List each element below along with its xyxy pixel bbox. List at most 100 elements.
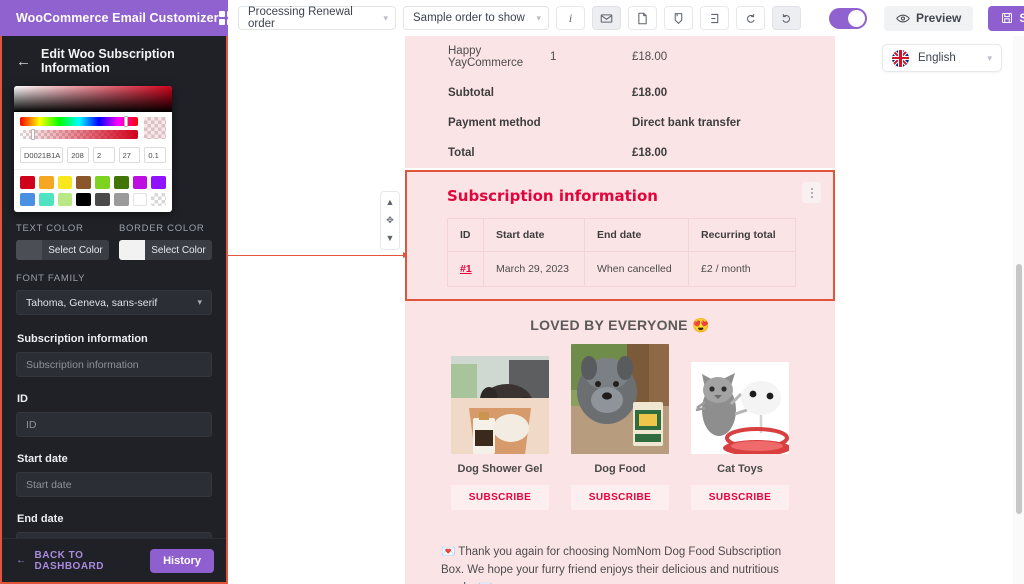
floppy-disk-icon: [1002, 13, 1013, 23]
header-id: ID: [447, 218, 484, 252]
sample-order-select[interactable]: Sample order to show ▾: [403, 6, 549, 30]
total-label: Total: [448, 147, 475, 159]
red-input[interactable]: 208: [67, 147, 89, 163]
undo-icon-button[interactable]: [736, 6, 765, 30]
preset-swatch[interactable]: [151, 176, 166, 189]
order-type-select[interactable]: Processing Renewal order ▾: [238, 6, 396, 30]
border-color-button[interactable]: Select Color: [119, 240, 212, 260]
id-label: ID: [17, 393, 28, 405]
preview-button[interactable]: Preview: [884, 5, 974, 31]
preset-swatch[interactable]: [38, 176, 54, 189]
header-recurring-total: Recurring total: [688, 218, 796, 252]
preset-swatch[interactable]: [76, 176, 91, 189]
preset-swatch[interactable]: [20, 176, 35, 189]
id-input[interactable]: ID: [16, 412, 212, 437]
redo-icon-button[interactable]: [772, 6, 801, 30]
cell-id: #1: [447, 251, 484, 287]
preset-swatch[interactable]: [113, 193, 129, 206]
info-icon-button[interactable]: i: [556, 6, 585, 30]
product-card[interactable]: Dog Food SUBSCRIBE: [571, 344, 669, 510]
live-edit-toggle[interactable]: [829, 7, 867, 29]
color-picker-popover[interactable]: D0021B1A 208 2 27 0.1: [14, 86, 172, 212]
alpha-input[interactable]: 0.1: [144, 147, 167, 163]
hex-input[interactable]: D0021B1A: [20, 147, 64, 163]
subscribe-button[interactable]: SUBSCRIBE: [691, 485, 789, 510]
arrow-up-icon[interactable]: ▲: [386, 198, 395, 207]
loved-heading: LOVED BY EVERYONE 😍: [530, 317, 710, 333]
subscription-information-block[interactable]: Subscription information ID Start date E…: [405, 170, 835, 301]
table-header-row: ID Start date End date Recurring total: [447, 218, 796, 252]
alpha-slider[interactable]: [20, 129, 138, 140]
saturation-area[interactable]: [14, 86, 172, 112]
preset-swatch[interactable]: [57, 176, 73, 189]
hue-thumb[interactable]: [123, 116, 128, 127]
chevron-down-icon: ▾: [987, 52, 992, 63]
product-card[interactable]: Cat Toys SUBSCRIBE: [691, 356, 789, 510]
hue-slider[interactable]: [20, 116, 138, 127]
color-presets: [14, 170, 172, 212]
border-color-control: BORDER COLOR Select Color: [119, 223, 212, 260]
block-mover-toolbar: ▲ ✥ ▼: [380, 191, 400, 250]
green-input[interactable]: 2: [92, 147, 115, 163]
shield-icon-button[interactable]: [664, 6, 693, 30]
color-controls-row: TEXT COLOR Select Color BORDER COLOR Sel…: [16, 223, 212, 260]
order-summary-block[interactable]: Happy YayCommerce 1 £18.00 Subtotal £18.…: [405, 36, 835, 168]
subscribe-button[interactable]: SUBSCRIBE: [451, 485, 549, 510]
preset-swatch[interactable]: [57, 193, 73, 206]
preset-swatch[interactable]: [20, 193, 35, 206]
uk-flag-icon: [892, 49, 909, 67]
end-date-label: End date: [17, 513, 64, 525]
payment-method-label: Payment method: [448, 117, 541, 129]
subscription-information-input[interactable]: Subscription information: [16, 352, 212, 377]
scrollbar-thumb[interactable]: [1015, 264, 1022, 514]
preset-swatch-transparent[interactable]: [151, 193, 166, 206]
app-title: WooCommerce Email Customizer: [16, 11, 219, 25]
loved-by-everyone-block[interactable]: LOVED BY EVERYONE 😍 Dog Shower Gel SUBSC…: [405, 301, 835, 530]
preset-swatch[interactable]: [132, 193, 148, 206]
arrow-left-icon: ←: [16, 555, 27, 566]
sidebar-title: Edit Woo Subscription Information: [41, 47, 175, 75]
blue-input[interactable]: 27: [118, 147, 141, 163]
subscription-information-label: Subscription information: [17, 333, 148, 345]
total-qty: [550, 138, 632, 168]
color-sliders: [14, 112, 172, 147]
preset-swatch[interactable]: [113, 176, 129, 189]
selection-pointer-line: [228, 252, 409, 258]
subscribe-button[interactable]: SUBSCRIBE: [571, 485, 669, 510]
preset-swatch[interactable]: [38, 193, 54, 206]
save-button[interactable]: Save: [988, 5, 1024, 31]
language-select[interactable]: English ▾: [882, 44, 1002, 72]
history-button[interactable]: History: [150, 548, 214, 573]
sample-order-value: Sample order to show: [413, 12, 525, 24]
order-summary-table: Happy YayCommerce 1 £18.00 Subtotal £18.…: [405, 36, 835, 168]
order-item-name: Happy YayCommerce: [448, 45, 524, 69]
start-date-label: Start date: [17, 453, 68, 465]
dog-shower-gel-photo: [451, 356, 549, 454]
text-color-button[interactable]: Select Color: [16, 240, 109, 260]
preset-swatch[interactable]: [132, 176, 148, 189]
envelope-icon-button[interactable]: [592, 6, 621, 30]
subscription-id-link[interactable]: #1: [460, 263, 472, 275]
preset-swatch[interactable]: [76, 193, 91, 206]
product-name: Dog Shower Gel: [457, 463, 543, 475]
alpha-thumb[interactable]: [30, 129, 35, 140]
subscription-table: ID Start date End date Recurring total #…: [447, 218, 796, 287]
cell-start-date: March 29, 2023: [483, 251, 585, 287]
page-icon-button[interactable]: [628, 6, 657, 30]
top-bar: WooCommerce Email Customizer Processing …: [0, 0, 1024, 36]
text-color-swatch: [16, 240, 42, 260]
preset-swatch[interactable]: [95, 176, 110, 189]
back-to-dashboard-link[interactable]: ← BACK TO DASHBOARD: [16, 550, 150, 572]
font-family-select[interactable]: Tahoma, Geneva, sans-serif ▾: [16, 290, 212, 315]
arrow-left-icon[interactable]: ←: [16, 54, 31, 69]
arrow-down-icon[interactable]: ▼: [386, 234, 395, 243]
start-date-input[interactable]: Start date: [16, 472, 212, 497]
preset-swatch[interactable]: [95, 193, 110, 206]
thank-you-block[interactable]: 💌 Thank you again for choosing NomNom Do…: [405, 530, 835, 584]
product-card[interactable]: Dog Shower Gel SUBSCRIBE: [451, 356, 549, 510]
move-handle-icon[interactable]: ✥: [386, 216, 394, 225]
canvas-scrollbar[interactable]: [1013, 36, 1024, 584]
total-amount: £18.00: [632, 147, 668, 159]
container-icon-button[interactable]: [700, 6, 729, 30]
payment-method-qty: [550, 108, 632, 138]
